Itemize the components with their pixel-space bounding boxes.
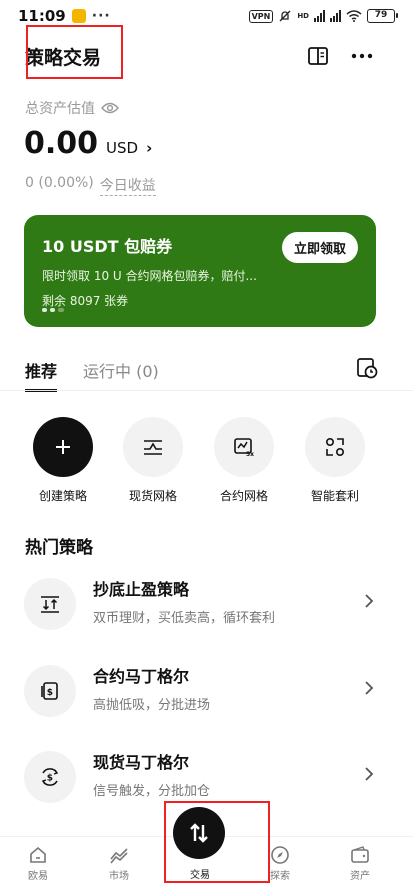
eye-icon[interactable]: [101, 102, 119, 114]
amount-currency: USD: [106, 139, 139, 157]
create-strategy-button[interactable]: 创建策略: [18, 417, 108, 504]
status-dots: ···: [91, 8, 111, 24]
banner-description: 限时领取 10 U 合约网格包赔券，赔付...: [42, 269, 257, 283]
highlight-box-title: [26, 25, 123, 79]
signal-icon: [314, 10, 325, 22]
strategy-desc: 双币理财，买低卖高，循环套利: [93, 611, 276, 626]
dollar-card-icon: $: [24, 665, 76, 717]
action-label: 创建策略: [38, 489, 87, 503]
svg-text:$: $: [47, 774, 53, 784]
plus-icon: [33, 417, 93, 477]
total-assets-amount[interactable]: 0.00 USD ›: [24, 126, 152, 161]
more-options-icon[interactable]: [350, 48, 374, 64]
signal-icon-2: [330, 10, 341, 22]
nav-assets[interactable]: 资产: [330, 845, 390, 882]
futures-grid-icon: 5x: [214, 417, 274, 477]
total-assets-label: 总资产估值: [25, 98, 119, 118]
nav-label: 探索: [270, 871, 290, 882]
action-label: 现货网格: [128, 489, 177, 503]
nav-label: 欧易: [28, 871, 48, 882]
banner-remaining: 剩余 8097 张券: [42, 294, 129, 308]
spot-grid-button[interactable]: 现货网格: [108, 417, 198, 504]
pnl-value: 0 (0.00%): [25, 175, 94, 191]
wifi-icon: [346, 10, 362, 22]
notification-app-icon: [71, 9, 86, 23]
svg-text:$: $: [47, 688, 53, 698]
dollar-cycle-icon: $: [24, 751, 76, 803]
chevron-right-icon: [365, 767, 374, 781]
guide-book-icon[interactable]: [307, 45, 329, 67]
strategy-name: 合约马丁格尔: [93, 667, 190, 686]
grid-icon: [123, 417, 183, 477]
status-time: 11:09: [18, 7, 66, 25]
total-assets-text: 总资产估值: [25, 101, 95, 117]
swap-icon: [24, 578, 76, 630]
battery-indicator: 79: [367, 9, 398, 23]
promo-banner[interactable]: 10 USDT 包赔券 限时领取 10 U 合约网格包赔券，赔付... 剩余 8…: [24, 215, 376, 327]
tab-running[interactable]: 运行中 (0): [83, 358, 159, 382]
vpn-badge: VPN: [248, 9, 274, 23]
banner-pagination: [42, 308, 64, 312]
tab-divider: [0, 390, 413, 391]
wallet-icon: [351, 846, 369, 863]
status-right: VPN HD 79: [248, 9, 398, 23]
strategy-name: 抄底止盈策略: [93, 580, 190, 599]
home-icon: [30, 846, 46, 863]
chevron-right-icon: [365, 594, 374, 608]
today-pnl: 0 (0.00%) 今日收益: [25, 175, 156, 196]
svg-text:5x: 5x: [246, 451, 254, 457]
strategy-desc: 高抛低吸，分批进场: [93, 698, 211, 713]
chevron-right-icon: ›: [146, 139, 153, 157]
tab-recommended[interactable]: 推荐: [25, 358, 58, 392]
mute-icon: [279, 10, 291, 22]
nav-market[interactable]: 市场: [89, 845, 149, 882]
action-label: 合约网格: [219, 489, 268, 503]
strategy-name: 现货马丁格尔: [93, 753, 190, 772]
arbitrage-icon: [305, 417, 365, 477]
strategy-item-spot-martingale[interactable]: $ 现货马丁格尔 信号触发，分批加仓: [24, 745, 384, 805]
nav-label: 市场: [109, 871, 129, 882]
signal-hd-label: HD: [297, 12, 309, 20]
action-label: 智能套利: [310, 489, 359, 503]
pnl-label[interactable]: 今日收益: [99, 175, 156, 196]
claim-now-button[interactable]: 立即领取: [281, 232, 358, 263]
chevron-right-icon: [365, 681, 374, 695]
nav-home[interactable]: 欧易: [8, 845, 68, 882]
amount-value: 0.00: [24, 126, 99, 161]
smart-arbitrage-button[interactable]: 智能套利: [290, 417, 380, 504]
strategy-desc: 信号触发，分批加仓: [93, 784, 211, 799]
nav-label: 资产: [350, 871, 370, 882]
status-left: 11:09 ···: [18, 7, 111, 25]
market-icon: [110, 848, 128, 864]
strategy-item-futures-martingale[interactable]: $ 合约马丁格尔 高抛低吸，分批进场: [24, 659, 384, 719]
history-icon[interactable]: [356, 357, 378, 379]
strategy-item-dip-buy[interactable]: 抄底止盈策略 双币理财，买低卖高，循环套利: [24, 572, 384, 632]
strategy-tabs: 推荐 运行中 (0): [25, 358, 159, 392]
highlight-box-trade: [164, 801, 270, 883]
compass-icon: [271, 846, 289, 864]
futures-grid-button[interactable]: 5x 合约网格: [199, 417, 289, 504]
hot-strategies-title: 热门策略: [25, 538, 93, 558]
